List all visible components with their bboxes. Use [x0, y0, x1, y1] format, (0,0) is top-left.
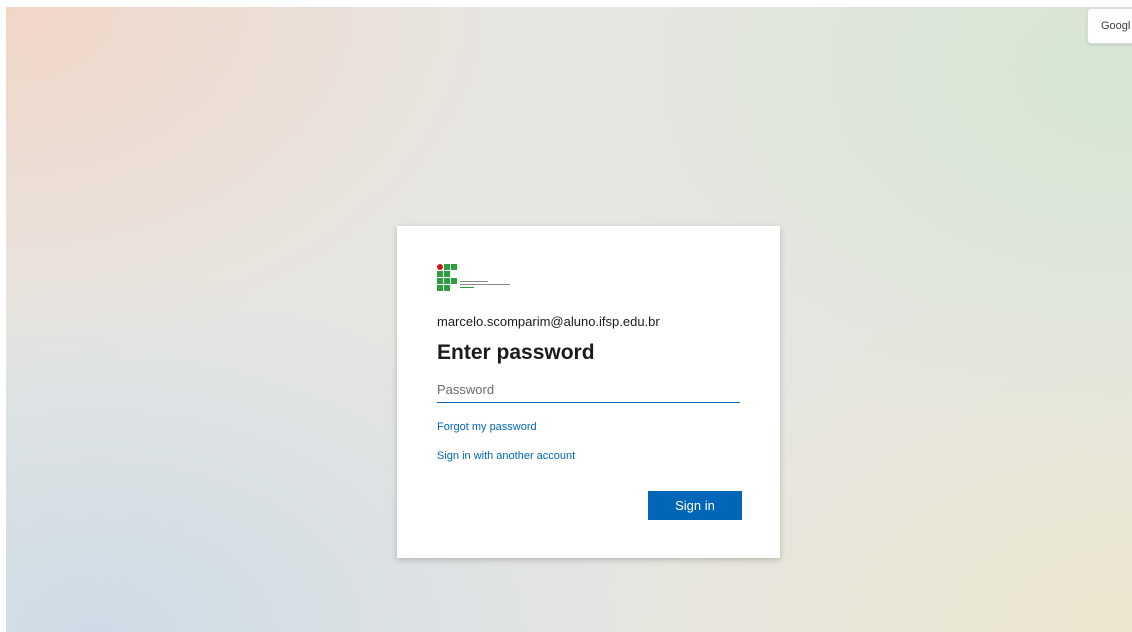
institution-logo-icon [437, 264, 517, 296]
sign-in-button[interactable]: Sign in [648, 491, 742, 520]
page-title: Enter password [437, 341, 595, 364]
forgot-password-link[interactable]: Forgot my password [437, 421, 537, 433]
google-side-tab-label: Googl [1101, 20, 1131, 32]
password-input[interactable] [437, 377, 740, 403]
sign-in-another-account-link[interactable]: Sign in with another account [437, 450, 575, 462]
account-identity: marcelo.scomparim@aluno.ifsp.edu.br [437, 314, 660, 329]
button-row: Sign in [648, 491, 742, 520]
sign-in-card: marcelo.scomparim@aluno.ifsp.edu.br Ente… [397, 226, 780, 558]
google-side-tab[interactable]: Googl [1087, 8, 1132, 44]
logo-red-dot [437, 264, 443, 270]
